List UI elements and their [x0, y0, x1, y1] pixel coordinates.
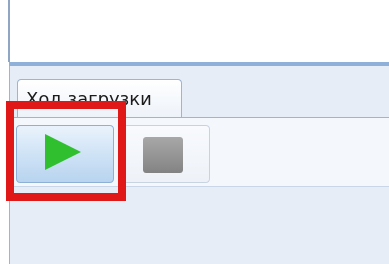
- window-top-area: [0, 0, 389, 62]
- window-left-border: [8, 0, 10, 62]
- tab-label: Ход загрузки: [26, 89, 152, 110]
- play-icon: [45, 134, 81, 170]
- tab-download-progress[interactable]: Ход загрузки: [17, 79, 182, 118]
- stop-icon: [143, 137, 183, 173]
